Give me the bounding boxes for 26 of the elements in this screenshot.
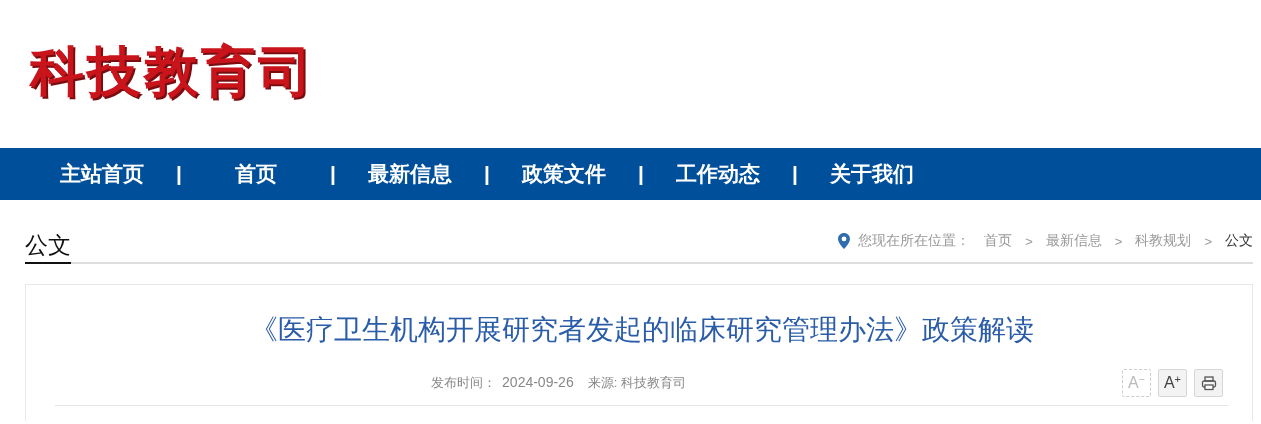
breadcrumb-separator: > xyxy=(1114,233,1123,249)
site-logo[interactable]: 科技教育司 xyxy=(30,35,315,109)
publish-date: 2024-09-26 xyxy=(502,374,574,390)
nav-link[interactable]: 政策文件 xyxy=(520,160,608,188)
article-title: 《医疗卫生机构开展研究者发起的临床研究管理办法》政策解读 xyxy=(248,313,1035,347)
nav-link[interactable]: 主站首页 xyxy=(58,160,146,188)
nav-link[interactable]: 首页 xyxy=(212,160,300,188)
nav-separator: | xyxy=(637,162,645,186)
nav-separator: | xyxy=(791,162,799,186)
nav-link[interactable]: 关于我们 xyxy=(828,160,916,188)
breadcrumb-separator: > xyxy=(1025,233,1033,249)
increase-font-button[interactable]: A$^{+}$ xyxy=(1158,369,1187,397)
breadcrumb-current: 公文 xyxy=(1225,232,1253,250)
nav-link[interactable]: 工作动态 xyxy=(674,160,762,188)
location-pin-icon xyxy=(838,233,851,249)
nav-separator: | xyxy=(329,162,337,186)
section-title: 公文 xyxy=(25,230,71,264)
breadcrumb-label: 您现在所在位置： xyxy=(858,232,971,250)
breadcrumb-separator: > xyxy=(1204,233,1212,249)
date-label: 发布时间： xyxy=(431,375,497,390)
nav-separator: | xyxy=(483,162,491,186)
print-button[interactable] xyxy=(1194,369,1223,397)
nav-separator: | xyxy=(175,162,183,186)
source-text: 来源: 科技教育司 xyxy=(587,375,686,390)
nav-link[interactable]: 最新信息 xyxy=(366,160,454,188)
printer-icon xyxy=(1200,375,1217,391)
